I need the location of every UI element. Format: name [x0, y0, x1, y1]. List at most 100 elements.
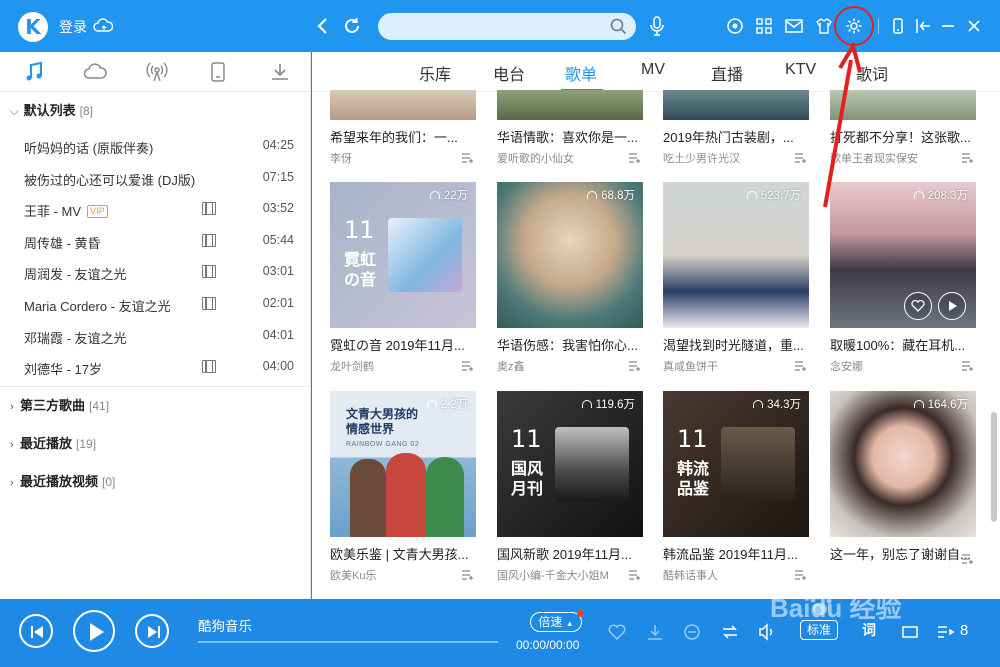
playlist-title[interactable]: 华语情歌：喜欢你是一...	[497, 127, 643, 146]
add-to-list-icon[interactable]	[794, 360, 809, 372]
like-button[interactable]	[904, 292, 932, 320]
song-row[interactable]: 周润发 - 友谊之光 03:01	[0, 256, 310, 288]
add-to-list-icon[interactable]	[628, 569, 643, 581]
mv-icon[interactable]	[202, 360, 216, 374]
progress-bar[interactable]	[198, 641, 498, 643]
playlist-title[interactable]: 这一年，别忘了谢谢自...	[830, 544, 976, 563]
phone-icon[interactable]	[888, 16, 908, 36]
playlist-title[interactable]: 华语伤感：我害怕你心...	[497, 335, 643, 354]
mv-icon[interactable]	[202, 296, 216, 310]
add-to-list-icon[interactable]	[461, 152, 476, 164]
playlist-card[interactable]: 68.8万 华语伤感：我害怕你心... 奥z鑫	[497, 182, 643, 374]
exit-icon[interactable]	[913, 16, 933, 36]
add-to-list-icon[interactable]	[794, 569, 809, 581]
playlist-cover[interactable]	[663, 90, 809, 120]
playlist-author[interactable]: 李伢	[330, 150, 455, 166]
heart-icon[interactable]	[607, 622, 627, 642]
download-icon[interactable]	[268, 60, 292, 84]
playlist-author[interactable]: 奥z鑫	[497, 358, 622, 374]
device-icon[interactable]	[206, 60, 230, 84]
tab-mv[interactable]: MV	[641, 61, 665, 79]
tab-radio[interactable]: 电台	[493, 61, 525, 85]
playlist-cover[interactable]: 523.7万	[663, 182, 809, 328]
playlist-group-recent-video[interactable]: › 最近播放视频 [0]	[0, 463, 310, 501]
playlist-title[interactable]: 霓虹の音 2019年11月...	[330, 335, 476, 354]
playlist-title[interactable]: 取暖100%：藏在耳机...	[830, 335, 976, 354]
mv-icon[interactable]	[202, 202, 216, 216]
settings-gear-icon[interactable]	[844, 16, 864, 36]
mv-icon[interactable]	[202, 233, 216, 247]
playlist-title[interactable]: 2019年热门古装剧，...	[663, 127, 809, 146]
login-link[interactable]: 登录	[59, 17, 87, 37]
play-playlist-button[interactable]	[938, 292, 966, 320]
apps-grid-icon[interactable]	[754, 16, 774, 36]
tab-ktv[interactable]: KTV	[785, 61, 816, 79]
playlist-cover[interactable]	[497, 90, 643, 120]
playlist-title[interactable]: 渴望找到时光隧道，重...	[663, 335, 809, 354]
playlist-card[interactable]: 2.2万 文青大男孩的 情感世界 RAINBOW GANG 02 欧美乐鉴 | 文…	[330, 391, 476, 583]
add-to-list-icon[interactable]	[461, 569, 476, 581]
song-row[interactable]: 听妈妈的话 (原版伴奏) 04:25	[0, 130, 310, 162]
song-row[interactable]: 王菲 - MV VIP 03:52	[0, 193, 310, 225]
playlist-title[interactable]: 希望来年的我们：一...	[330, 127, 476, 146]
song-row[interactable]: 邓瑞霞 - 友谊之光 04:01	[0, 320, 310, 352]
music-note-icon[interactable]	[22, 60, 46, 84]
add-to-list-icon[interactable]	[794, 152, 809, 164]
speed-button[interactable]: 倍速 ▲	[530, 610, 584, 632]
song-row[interactable]: Maria Cordero - 友谊之光 02:01	[0, 288, 310, 320]
playlist-group-recent[interactable]: › 最近播放 [19]	[0, 425, 310, 463]
block-icon[interactable]	[682, 622, 702, 642]
playlist-author[interactable]: 欧美Ku乐	[330, 567, 455, 583]
playlist-author[interactable]: 爱听歌的小仙女	[497, 150, 622, 166]
playlist-author[interactable]: 真咸鱼饼干	[663, 358, 788, 374]
playlist-card[interactable]: 22万 11 霓虹 の音 霓虹の音 2019年11月... 龙叶剑鹤	[330, 182, 476, 374]
playlist-title[interactable]: 欧美乐鉴 | 文青大男孩...	[330, 544, 476, 563]
playlist-cover[interactable]: 68.8万	[497, 182, 643, 328]
search-input[interactable]	[378, 13, 636, 40]
cloud-icon[interactable]	[83, 60, 107, 84]
next-button[interactable]	[135, 614, 169, 648]
radio-icon[interactable]	[145, 60, 169, 84]
add-to-list-icon[interactable]	[628, 152, 643, 164]
scrollbar[interactable]	[991, 412, 997, 522]
playlist-cover[interactable]: 164.6万	[830, 391, 976, 537]
previous-button[interactable]	[19, 614, 53, 648]
tab-playlists[interactable]: 歌单	[565, 61, 597, 85]
minimize-icon[interactable]	[938, 16, 958, 36]
mv-icon[interactable]	[202, 265, 216, 279]
playlist-group-default[interactable]: ⌵ 默认列表 [8]	[0, 92, 310, 130]
add-to-list-icon[interactable]	[961, 152, 976, 164]
playlist-author[interactable]: 国风小编-千金大小姐M	[497, 567, 622, 583]
playlist-card[interactable]: 希望来年的我们：一... 李伢	[330, 90, 476, 166]
playlist-card[interactable]: 34.3万 11 韩流 品鉴 韩流品鉴 2019年11月... 酷韩话事人	[663, 391, 809, 583]
search-icon[interactable]	[610, 18, 627, 35]
playlist-author[interactable]: 龙叶剑鹤	[330, 358, 455, 374]
playlist-card[interactable]: 523.7万 渴望找到时光隧道，重... 真咸鱼饼干	[663, 182, 809, 374]
song-row[interactable]: 被伤过的心还可以爱谁 (DJ版) 07:15	[0, 162, 310, 194]
repeat-icon[interactable]	[720, 622, 740, 642]
tab-live[interactable]: 直播	[711, 61, 743, 85]
playlist-title[interactable]: 韩流品鉴 2019年11月...	[663, 544, 809, 563]
play-button[interactable]	[73, 610, 115, 652]
add-to-list-icon[interactable]	[961, 553, 976, 565]
playlist-cover[interactable]	[330, 90, 476, 120]
refresh-icon[interactable]	[341, 15, 363, 37]
playlist-cover[interactable]: 34.3万 11 韩流 品鉴	[663, 391, 809, 537]
add-to-list-icon[interactable]	[461, 360, 476, 372]
playlist-title[interactable]: 国风新歌 2019年11月...	[497, 544, 643, 563]
add-to-list-icon[interactable]	[628, 360, 643, 372]
playlist-cover[interactable]: 119.6万 11 国风 月刊	[497, 391, 643, 537]
playlist-author[interactable]: 念安娜	[830, 358, 955, 374]
cloud-sync-icon[interactable]	[93, 17, 113, 35]
microphone-icon[interactable]	[648, 15, 666, 37]
playlist-card[interactable]: 华语情歌：喜欢你是一... 爱听歌的小仙女	[497, 90, 643, 166]
skin-shirt-icon[interactable]	[814, 16, 834, 36]
playlist-group-third-party[interactable]: › 第三方歌曲 [41]	[0, 387, 310, 425]
song-row[interactable]: 刘德华 - 17岁 04:00	[0, 351, 310, 383]
kugou-logo[interactable]: K	[18, 12, 48, 42]
playlist-card[interactable]: 164.6万 这一年，别忘了谢谢自...	[830, 391, 976, 567]
close-icon[interactable]	[964, 16, 984, 36]
song-row[interactable]: 周传雄 - 黄昏 05:44	[0, 225, 310, 257]
playlist-author[interactable]: 吃土少男许光汉	[663, 150, 788, 166]
playlist-cover[interactable]: 2.2万 文青大男孩的 情感世界 RAINBOW GANG 02	[330, 391, 476, 537]
